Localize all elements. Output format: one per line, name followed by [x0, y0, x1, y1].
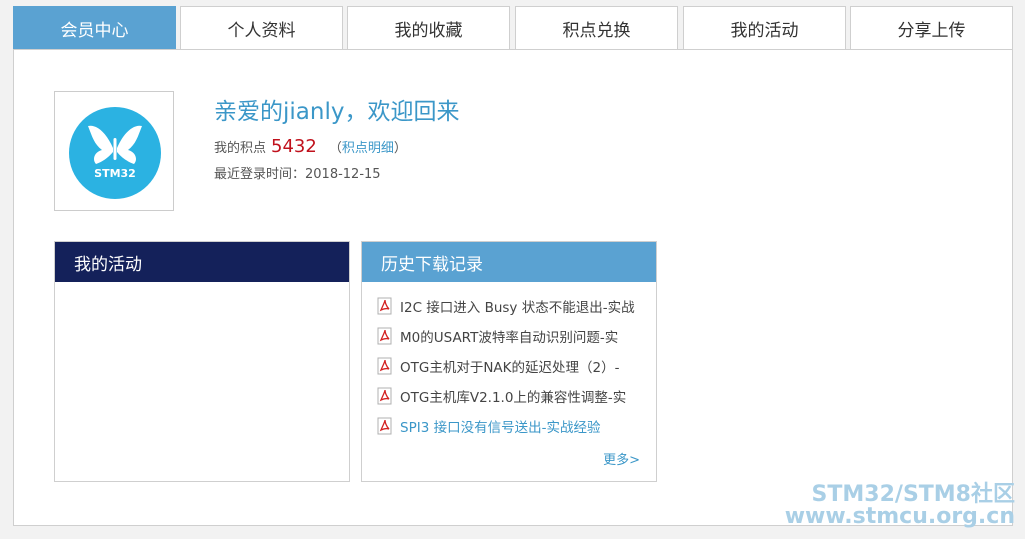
download-item-label: OTG主机对于NAK的延迟处理（2）-: [400, 360, 620, 376]
points-label: 我的积点: [214, 141, 267, 156]
tab-my-activities[interactable]: 我的活动: [683, 6, 846, 49]
download-item[interactable]: SPI3 接口没有信号送出-实战经验: [377, 416, 647, 436]
tab-share-upload[interactable]: 分享上传: [850, 6, 1013, 49]
pdf-icon: [377, 297, 392, 315]
pdf-icon: [377, 417, 392, 435]
download-item-label: OTG主机库V2.1.0上的兼容性调整-实: [400, 390, 627, 406]
paren-open: （: [328, 141, 342, 156]
tab-favorites[interactable]: 我的收藏: [347, 6, 510, 49]
download-item[interactable]: OTG主机库V2.1.0上的兼容性调整-实: [377, 386, 647, 406]
download-item-label: M0的USART波特率自动识别问题-实: [400, 330, 619, 346]
download-history-title: 历史下载记录: [362, 242, 656, 282]
last-login-label: 最近登录时间：: [214, 167, 306, 182]
member-tabs: 会员中心 个人资料 我的收藏 积点兑换 我的活动 分享上传: [13, 6, 1013, 50]
my-activities-title: 我的活动: [55, 242, 349, 282]
download-item[interactable]: OTG主机对于NAK的延迟处理（2）-: [377, 356, 647, 376]
butterfly-logo-icon: STM32: [69, 107, 161, 199]
my-activities-box: 我的活动: [54, 241, 350, 482]
member-center-panel: STM32 亲爱的jianly，欢迎回来 我的积点 5432 （ 积点明细 ） …: [13, 49, 1013, 526]
tab-member-center[interactable]: 会员中心: [13, 6, 176, 49]
pdf-icon: [377, 327, 392, 345]
tab-points-exchange[interactable]: 积点兑换: [515, 6, 678, 49]
more-link[interactable]: 更多>: [603, 449, 640, 468]
avatar[interactable]: STM32: [54, 91, 174, 211]
download-history-box: 历史下载记录 I2C 接口进入 Busy 状态不能退出-实战 M0的USART波…: [361, 241, 657, 482]
tab-profile[interactable]: 个人资料: [180, 6, 343, 49]
last-login: 最近登录时间：2018-12-15: [214, 163, 381, 182]
download-item-label: SPI3 接口没有信号送出-实战经验: [400, 420, 601, 436]
paren-close: ）: [393, 141, 407, 156]
watermark-url: www.stmcu.org.cn: [784, 504, 1015, 529]
last-login-date: 2018-12-15: [305, 167, 381, 182]
points-value: 5432: [271, 136, 317, 157]
download-item-label: I2C 接口进入 Busy 状态不能退出-实战: [400, 300, 635, 316]
download-item[interactable]: M0的USART波特率自动识别问题-实: [377, 326, 647, 346]
points-detail-link[interactable]: 积点明细: [342, 137, 394, 156]
welcome-heading: 亲爱的jianly，欢迎回来: [214, 99, 460, 125]
points-row: 我的积点 5432 （ 积点明细 ）: [214, 136, 407, 157]
svg-text:STM32: STM32: [94, 167, 136, 180]
pdf-icon: [377, 357, 392, 375]
download-item[interactable]: I2C 接口进入 Busy 状态不能退出-实战: [377, 296, 647, 316]
pdf-icon: [377, 387, 392, 405]
